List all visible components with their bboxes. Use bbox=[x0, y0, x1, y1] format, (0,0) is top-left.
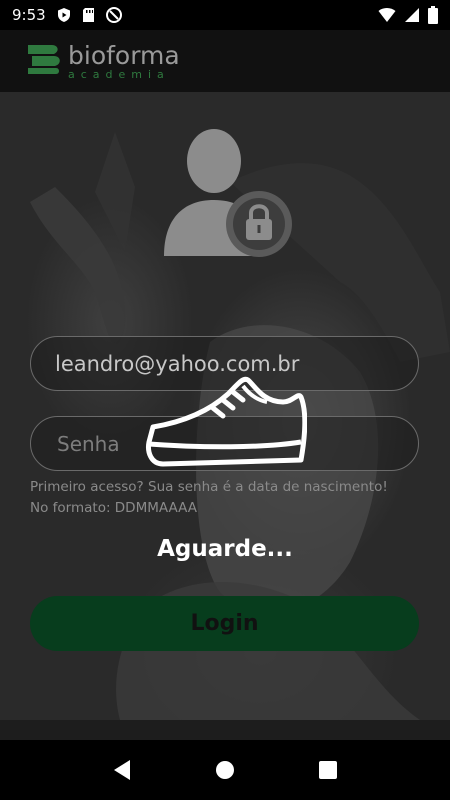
status-bar: 9:53 bbox=[0, 0, 450, 30]
recents-icon[interactable] bbox=[308, 750, 348, 790]
sd-card-icon bbox=[82, 7, 95, 23]
battery-icon bbox=[428, 6, 438, 24]
data-saver-icon bbox=[105, 6, 123, 24]
user-lock-icon bbox=[162, 128, 294, 260]
login-button-label: Login bbox=[190, 611, 259, 636]
back-icon[interactable] bbox=[102, 750, 142, 790]
login-button[interactable]: Login bbox=[30, 596, 419, 651]
logo-subtitle: academia bbox=[68, 67, 170, 81]
logo-name: bioforma bbox=[68, 40, 180, 70]
loading-text: Aguarde... bbox=[157, 536, 293, 562]
password-hint: Primeiro acesso? Sua senha é a data de n… bbox=[30, 479, 388, 516]
home-icon[interactable] bbox=[205, 750, 245, 790]
status-time: 9:53 bbox=[12, 6, 46, 24]
logo-mark-icon bbox=[26, 41, 64, 81]
play-protect-icon bbox=[56, 7, 72, 23]
app-bar: bioforma academia bbox=[0, 30, 450, 92]
sneaker-loading-icon bbox=[143, 372, 308, 472]
wifi-icon bbox=[378, 7, 396, 23]
signal-icon bbox=[404, 7, 420, 23]
bottom-divider bbox=[0, 720, 450, 740]
app-logo: bioforma academia bbox=[26, 41, 180, 81]
system-nav-bar bbox=[0, 740, 450, 800]
